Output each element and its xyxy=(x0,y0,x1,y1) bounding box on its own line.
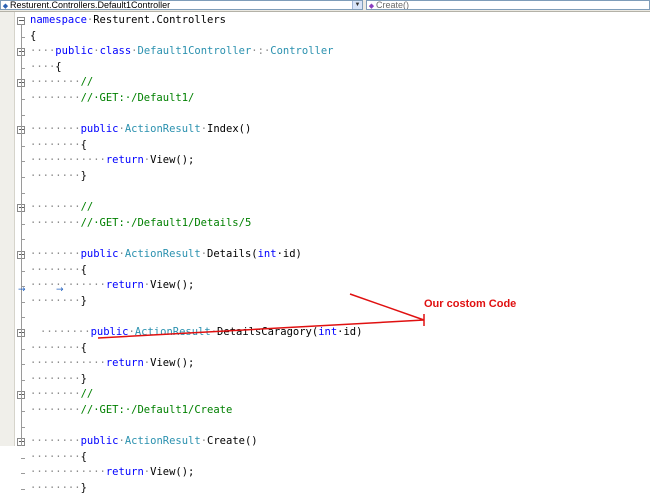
callout-label: Our costom Code xyxy=(424,298,517,310)
code-token: } xyxy=(80,482,87,494)
code-line[interactable]: ········{ xyxy=(30,450,87,465)
code-token: return xyxy=(105,466,144,479)
whitespace-marker: ········ xyxy=(30,450,81,463)
code-token: { xyxy=(80,450,87,463)
whitespace-marker: ············ xyxy=(30,466,106,479)
outline-tick xyxy=(21,473,25,475)
outline-tick xyxy=(21,489,25,490)
code-line[interactable]: ············return·View(); xyxy=(30,465,194,480)
outline-tick xyxy=(21,457,25,459)
code-line[interactable]: ········} xyxy=(30,481,87,496)
arrow-line-to-brace xyxy=(97,319,425,339)
arrow-line-to-method xyxy=(349,293,425,321)
code-token: View(); xyxy=(150,466,195,479)
annotation-overlay xyxy=(97,293,425,339)
whitespace-marker: ········ xyxy=(30,482,81,494)
